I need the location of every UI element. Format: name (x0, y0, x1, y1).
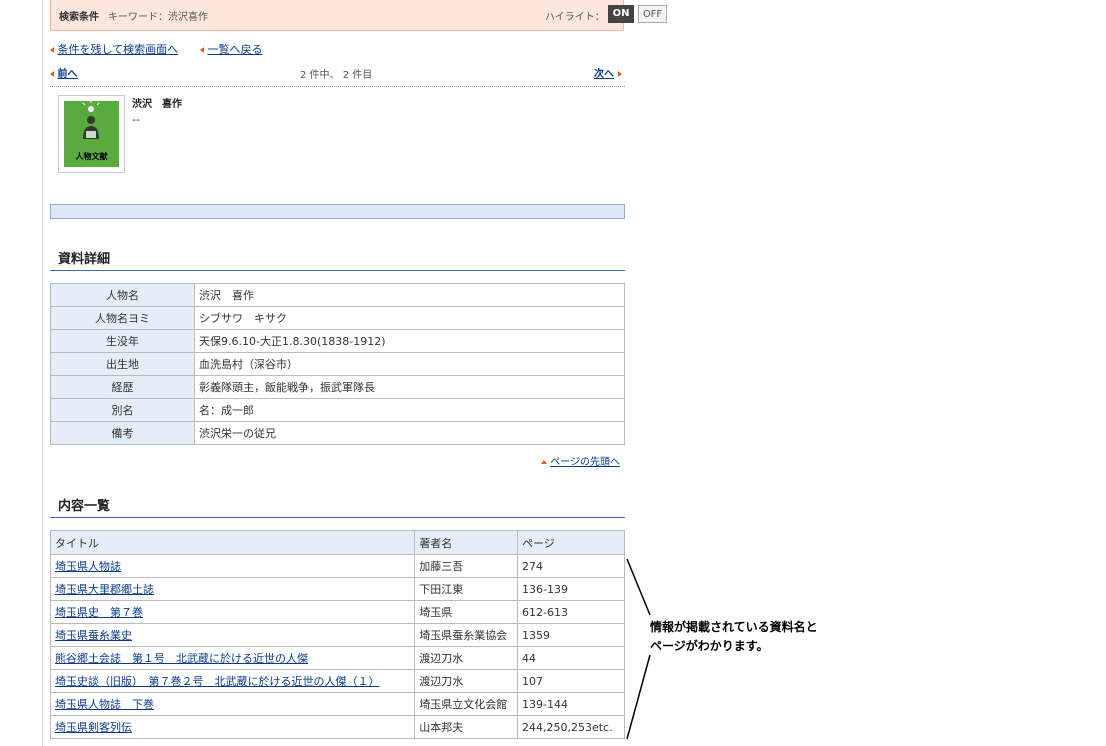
table-row: 埼玉県剣客列伝 山本邦夫 244,250,253etc. (49, 715, 625, 739)
arrow-up-icon (541, 460, 547, 464)
detail-value: 名：成一郎 (194, 398, 625, 422)
page-top-link[interactable]: ページの先頭へ (550, 457, 620, 468)
table-row: 別名 名：成一郎 (50, 398, 625, 422)
content-title-link[interactable]: 埼玉県蚕糸業史 (55, 629, 132, 642)
content-page: 274 (517, 554, 625, 578)
person-reading-icon (82, 101, 100, 139)
arrow-left-icon (50, 47, 54, 53)
highlight-label: ハイライト： (545, 12, 605, 23)
highlight-off-button[interactable]: OFF (638, 5, 667, 23)
annotation-text: 情報が掲載されている資料名と ページがわかります。 (650, 618, 818, 656)
search-keyword: キーワード：渋沢喜作 (108, 12, 208, 23)
annotation-line: 情報が掲載されている資料名と (650, 620, 818, 634)
arrow-left-icon (50, 71, 54, 77)
prev-nav: 前へ (50, 65, 78, 80)
section-divider (50, 517, 625, 518)
detail-value: 彰義隊頭主，飯能戦争，振武軍隊長 (194, 375, 625, 399)
pager-divider (50, 86, 625, 87)
column-header-author: 著者名 (414, 530, 518, 555)
record-thumbnail: 人物文献 (58, 95, 125, 173)
content-page: 244,250,253etc. (517, 715, 625, 739)
content-title-link[interactable]: 埼玉県史 第７巻 (55, 606, 143, 619)
table-row: 埼玉県蚕糸業史 埼玉県蚕糸業協会 1359 (49, 623, 625, 647)
detail-table: 人物名 渋沢 喜作 人物名ヨミ シブサワ キサク 生没年 天保9.6.10-大正… (50, 283, 625, 445)
content-title-link[interactable]: 埼玉県大里郡郷土誌 (55, 583, 154, 596)
detail-value: 天保9.6.10-大正1.8.30(1838-1912) (194, 329, 625, 353)
contents-table: タイトル 著者名 ページ 埼玉県人物誌 加藤三吾 274 埼玉県大里郡郷土誌 下… (49, 530, 625, 739)
table-row: 経歴 彰義隊頭主，飯能戦争，振武軍隊長 (50, 375, 625, 399)
content-author: 埼玉県蚕糸業協会 (414, 623, 518, 647)
contents-section-title: 内容一覧 (58, 499, 111, 514)
detail-value: 渋沢栄一の従兄 (194, 421, 625, 445)
detail-key: 経歴 (50, 375, 195, 399)
content-author: 埼玉県立文化会館 (414, 692, 518, 716)
table-row: 生没年 天保9.6.10-大正1.8.30(1838-1912) (50, 329, 625, 353)
highlight-on-button[interactable]: ON (608, 5, 634, 23)
annotation-line: ページがわかります。 (650, 639, 769, 653)
content-title-link[interactable]: 埼玉史談（旧版） 第７巻２号 北武蔵に於ける近世の人傑（１） (55, 675, 380, 688)
search-conditions-label: 検索条件 (59, 12, 99, 23)
content-author: 埼玉県 (414, 600, 518, 624)
column-header-page: ページ (517, 530, 625, 555)
back-to-list-link[interactable]: 一覧へ戻る (208, 43, 263, 56)
prev-link[interactable]: 前へ (58, 69, 78, 80)
detail-value: シブサワ キサク (194, 306, 625, 330)
content-page: 612-613 (517, 600, 625, 624)
search-conditions-bar: 検索条件 キーワード：渋沢喜作 ハイライト： ON OFF (50, 0, 667, 31)
record-name: 渋沢 喜作 (132, 99, 182, 110)
detail-key: 生没年 (50, 329, 195, 353)
detail-value: 渋沢 喜作 (194, 283, 625, 307)
table-row: 埼玉県史 第７巻 埼玉県 612-613 (49, 600, 625, 624)
table-row: 人物名 渋沢 喜作 (50, 283, 625, 307)
content-page: 136-139 (517, 577, 625, 601)
content-title-link[interactable]: 埼玉県人物誌 (55, 560, 121, 573)
arrow-left-icon (200, 47, 204, 53)
thumbnail-label: 人物文献 (75, 152, 108, 161)
table-row: 備考 渋沢栄一の従兄 (50, 421, 625, 445)
detail-key: 別名 (50, 398, 195, 422)
back-to-list-nav: 一覧へ戻る (200, 41, 263, 57)
content-author: 下田江東 (414, 577, 518, 601)
column-header-title: タイトル (49, 530, 416, 555)
content-page: 44 (517, 646, 625, 670)
table-row: 埼玉県人物誌 加藤三吾 274 (49, 554, 625, 578)
back-to-search-nav: 条件を残して検索画面へ (50, 41, 178, 57)
content-title-link[interactable]: 熊谷郷土会誌 第１号 北武蔵に於ける近世の人傑 (55, 652, 308, 665)
detail-key: 人物名 (50, 283, 195, 307)
result-count: 2 件中、 2 件目 (300, 70, 373, 81)
content-page: 139-144 (517, 692, 625, 716)
table-row: 埼玉県大里郡郷土誌 下田江東 136-139 (49, 577, 625, 601)
to-top-nav: ページの先頭へ (541, 453, 620, 468)
content-author: 渡辺刀水 (414, 646, 518, 670)
content-author: 山本邦夫 (414, 715, 518, 739)
detail-key: 出生地 (50, 352, 195, 376)
detail-value: 血洗島村（深谷市） (194, 352, 625, 376)
content-page: 107 (517, 669, 625, 693)
content-page: 1359 (517, 623, 625, 647)
info-bar (50, 204, 625, 219)
detail-key: 備考 (50, 421, 195, 445)
record-subtitle: -- (132, 113, 140, 126)
section-divider (50, 270, 625, 271)
next-link[interactable]: 次へ (594, 69, 614, 80)
table-header-row: タイトル 著者名 ページ (49, 530, 625, 555)
table-row: 出生地 血洗島村（深谷市） (50, 352, 625, 376)
content-title-link[interactable]: 埼玉県剣客列伝 (55, 721, 132, 734)
page-left-border (42, 0, 43, 746)
table-row: 埼玉史談（旧版） 第７巻２号 北武蔵に於ける近世の人傑（１） 渡辺刀水 107 (49, 669, 625, 693)
table-row: 人物名ヨミ シブサワ キサク (50, 306, 625, 330)
back-to-search-link[interactable]: 条件を残して検索画面へ (58, 43, 179, 56)
table-row: 埼玉県人物誌 下巻 埼玉県立文化会館 139-144 (49, 692, 625, 716)
content-author: 加藤三吾 (414, 554, 518, 578)
content-title-link[interactable]: 埼玉県人物誌 下巻 (55, 698, 154, 711)
detail-section-title: 資料詳細 (58, 252, 111, 267)
content-author: 渡辺刀水 (414, 669, 518, 693)
table-row: 熊谷郷土会誌 第１号 北武蔵に於ける近世の人傑 渡辺刀水 44 (49, 646, 625, 670)
next-nav: 次へ (594, 65, 622, 80)
detail-key: 人物名ヨミ (50, 306, 195, 330)
arrow-right-icon (617, 71, 622, 77)
